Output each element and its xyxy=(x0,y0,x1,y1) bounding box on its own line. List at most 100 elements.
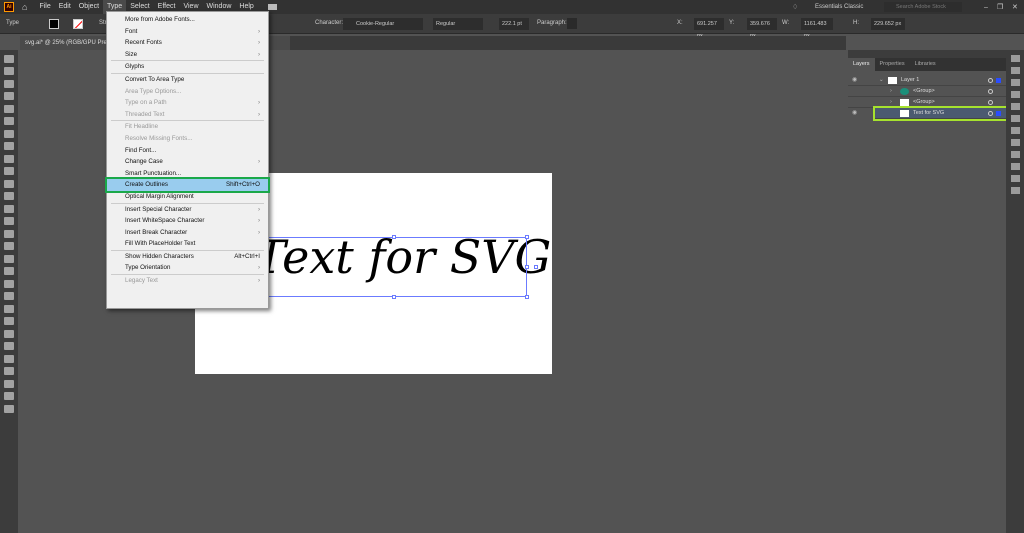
tab-properties[interactable]: Properties xyxy=(875,58,910,71)
hand-tool-icon[interactable] xyxy=(4,392,14,400)
menu-item-resolve-missing-fonts[interactable]: Resolve Missing Fonts... xyxy=(107,133,268,145)
shaper-tool-icon[interactable] xyxy=(4,179,14,188)
appearance-panel-icon[interactable] xyxy=(1010,151,1020,158)
symbols-panel-icon[interactable] xyxy=(1010,103,1020,110)
menu-edit[interactable]: Edit xyxy=(55,0,75,14)
layer-name[interactable]: <Group> xyxy=(913,97,935,108)
workspace-switcher[interactable]: Essentials Classic xyxy=(815,4,863,10)
mesh-tool-icon[interactable] xyxy=(4,292,14,300)
menu-object[interactable]: Object xyxy=(75,0,103,14)
chevron-down-icon[interactable]: ⌄ xyxy=(879,75,884,86)
menu-item-legacy-text[interactable]: Legacy Text › xyxy=(107,275,268,287)
tab-layers[interactable]: Layers xyxy=(848,58,875,71)
graphic-styles-panel-icon[interactable] xyxy=(1010,163,1020,170)
pen-tool-icon[interactable] xyxy=(4,104,14,113)
transparency-panel-icon[interactable] xyxy=(1010,139,1020,146)
target-circle-icon[interactable] xyxy=(988,89,993,94)
font-style-select[interactable]: Regular xyxy=(433,18,483,30)
type-tool-icon[interactable] xyxy=(4,129,14,138)
paintbrush-tool-icon[interactable] xyxy=(4,167,14,175)
chevron-right-icon[interactable]: › xyxy=(890,97,892,108)
menu-item-type-on-a-path[interactable]: Type on a Path › xyxy=(107,97,268,109)
stroke-panel-icon[interactable] xyxy=(1010,115,1020,122)
asset-export-panel-icon[interactable] xyxy=(1010,175,1020,182)
menu-item-convert-to-area-type[interactable]: Convert To Area Type xyxy=(107,74,268,86)
width-tool-icon[interactable] xyxy=(4,242,14,250)
curvature-tool-icon[interactable] xyxy=(4,117,14,125)
resize-handle[interactable] xyxy=(392,235,396,239)
rectangle-tool-icon[interactable] xyxy=(4,154,14,163)
width-input[interactable]: 1161.483 px xyxy=(801,18,833,39)
zoom-tool-icon[interactable] xyxy=(4,404,14,413)
layer-name[interactable]: Layer 1 xyxy=(901,75,919,86)
gradient-panel-icon[interactable] xyxy=(1010,127,1020,134)
arrange-documents-icon[interactable] xyxy=(267,4,277,10)
menu-item-type-orientation[interactable]: Type Orientation › xyxy=(107,262,268,274)
menu-item-fill-with-placeholder-text[interactable]: Fill With PlaceHolder Text xyxy=(107,238,268,250)
paragraph-label[interactable]: Paragraph: xyxy=(537,20,567,26)
menu-item-change-case[interactable]: Change Case › xyxy=(107,156,268,168)
layer-row[interactable]: ◉ ⌄ Layer 1 xyxy=(848,75,1006,86)
close-button[interactable]: ✕ xyxy=(1012,3,1018,11)
menu-item-optical-margin-alignment[interactable]: Optical Margin Alignment xyxy=(107,191,268,203)
menu-item-insert-special-character[interactable]: Insert Special Character › xyxy=(107,204,268,216)
menu-item-glyphs[interactable]: Glyphs xyxy=(107,61,268,73)
overflow-port[interactable] xyxy=(534,265,538,269)
layer-row[interactable]: › <Group> xyxy=(848,97,1006,108)
column-graph-tool-icon[interactable] xyxy=(4,354,14,363)
selection-tool-icon[interactable] xyxy=(4,54,14,63)
color-guide-panel-icon[interactable] xyxy=(1010,67,1020,74)
menu-item-recent-fonts[interactable]: Recent Fonts › xyxy=(107,37,268,49)
home-icon[interactable]: ⌂ xyxy=(22,2,27,12)
minimize-button[interactable]: – xyxy=(984,4,988,11)
fill-swatch[interactable] xyxy=(49,19,59,29)
menu-file[interactable]: File xyxy=(35,0,54,14)
direct-selection-tool-icon[interactable] xyxy=(4,67,14,75)
color-panel-icon[interactable] xyxy=(1010,55,1020,62)
restore-button[interactable]: ❐ xyxy=(997,3,1003,11)
menu-item-more-from-adobe-fonts[interactable]: More from Adobe Fonts... xyxy=(107,14,268,26)
rotate-tool-icon[interactable] xyxy=(4,217,14,225)
menu-item-threaded-text[interactable]: Threaded Text › xyxy=(107,109,268,121)
symbol-sprayer-tool-icon[interactable] xyxy=(4,342,14,350)
chevron-right-icon[interactable]: › xyxy=(890,86,892,97)
target-circle-icon[interactable] xyxy=(988,100,993,105)
menu-item-insert-break-character[interactable]: Insert Break Character › xyxy=(107,227,268,239)
stock-search-input[interactable]: Search Adobe Stock xyxy=(884,2,962,12)
gradient-tool-icon[interactable] xyxy=(4,304,14,313)
selection-bounding-box[interactable] xyxy=(260,235,538,299)
menu-item-smart-punctuation[interactable]: Smart Punctuation... xyxy=(107,168,268,180)
blend-tool-icon[interactable] xyxy=(4,329,14,338)
perspective-tool-icon[interactable] xyxy=(4,279,14,288)
resize-handle[interactable] xyxy=(392,295,396,299)
font-size-input[interactable]: 222.1 pt xyxy=(499,18,529,30)
font-family-select[interactable]: Cookie-Regular xyxy=(343,18,423,30)
swatches-panel-icon[interactable] xyxy=(1010,79,1020,86)
menu-item-size[interactable]: Size › xyxy=(107,49,268,61)
eraser-tool-icon[interactable] xyxy=(4,204,14,213)
resize-handle[interactable] xyxy=(525,235,529,239)
x-input[interactable]: 691.257 px xyxy=(694,18,724,39)
artboard-tool-icon[interactable] xyxy=(4,367,14,375)
tab-libraries[interactable]: Libraries xyxy=(910,58,941,71)
y-input[interactable]: 359.676 px xyxy=(747,18,777,39)
align-left-button[interactable] xyxy=(567,18,577,29)
menu-item-create-outlines[interactable]: Create Outlines Shift+Ctrl+O xyxy=(105,177,270,193)
free-transform-tool-icon[interactable] xyxy=(4,254,14,263)
layer-name[interactable]: <Group> xyxy=(913,86,935,97)
menu-item-fit-headline[interactable]: Fit Headline xyxy=(107,121,268,133)
layer-row[interactable]: ◉ Text for SVG xyxy=(852,106,1008,121)
layer-name[interactable]: Text for SVG xyxy=(913,108,944,119)
visibility-eye-icon[interactable]: ◉ xyxy=(852,108,857,119)
pencil-tool-icon[interactable] xyxy=(4,192,14,200)
selection-indicator-icon[interactable] xyxy=(996,111,1001,116)
selection-indicator-icon[interactable] xyxy=(996,78,1001,83)
lightbulb-icon[interactable]: ♢ xyxy=(792,3,798,11)
layer-row[interactable]: › <Group> xyxy=(848,86,1006,97)
magic-wand-tool-icon[interactable] xyxy=(4,79,14,88)
artboards-panel-icon[interactable] xyxy=(1010,187,1020,194)
target-circle-icon[interactable] xyxy=(988,78,993,83)
menu-item-show-hidden-characters[interactable]: Show Hidden Characters Alt+Ctrl+I xyxy=(107,251,268,263)
target-circle-icon[interactable] xyxy=(988,111,993,116)
resize-handle[interactable] xyxy=(525,295,529,299)
